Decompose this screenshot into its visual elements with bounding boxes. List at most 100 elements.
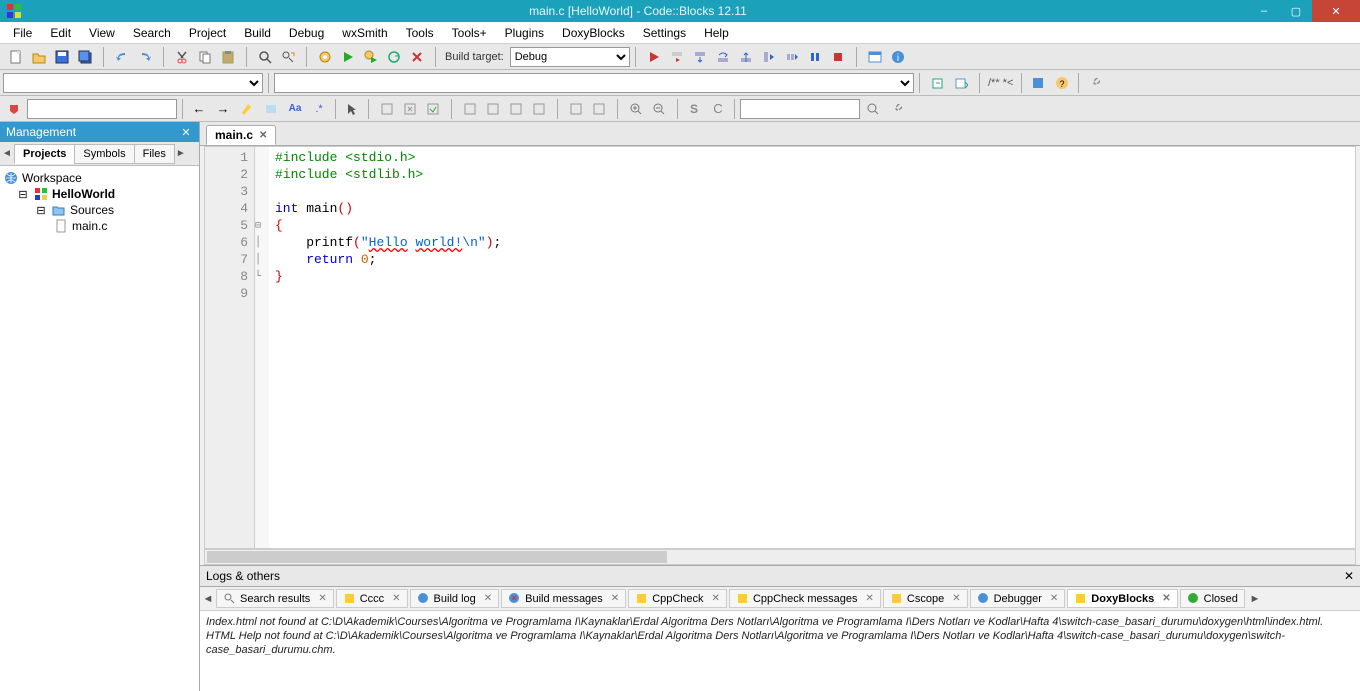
tab-files[interactable]: Files <box>134 144 175 164</box>
close-icon[interactable]: ✕ <box>866 593 874 604</box>
tab-nav-right-icon[interactable]: ► <box>174 148 188 159</box>
menu-debug[interactable]: Debug <box>280 24 333 42</box>
goto-impl-icon[interactable] <box>927 72 949 94</box>
project-tree[interactable]: Workspace ⊟ HelloWorld ⊟ Sources main.c <box>0 166 199 691</box>
step-out-icon[interactable] <box>735 46 757 68</box>
close-icon[interactable]: ✕ <box>712 593 720 604</box>
abort-icon[interactable] <box>406 46 428 68</box>
selection-icon[interactable] <box>260 98 282 120</box>
info-icon[interactable]: i <box>887 46 909 68</box>
fold-icon[interactable] <box>565 98 587 120</box>
settings-icon[interactable] <box>886 98 908 120</box>
step-over-icon[interactable] <box>712 46 734 68</box>
logtab-cppcheck[interactable]: CppCheck✕ <box>628 589 727 608</box>
tab-projects[interactable]: Projects <box>14 144 75 164</box>
close-icon[interactable]: ✕ <box>484 593 492 604</box>
save-all-icon[interactable] <box>74 46 96 68</box>
stop-debugger-icon[interactable] <box>827 46 849 68</box>
indent-less-icon[interactable] <box>459 98 481 120</box>
match-case-icon[interactable]: Aa <box>284 98 306 120</box>
tab-nav-left-icon[interactable]: ◄ <box>0 148 14 159</box>
tree-project[interactable]: ⊟ HelloWorld <box>2 186 197 202</box>
menu-settings[interactable]: Settings <box>634 24 695 42</box>
replace-icon[interactable] <box>277 46 299 68</box>
run-to-cursor-icon[interactable] <box>666 46 688 68</box>
editor-hscrollbar[interactable] <box>204 549 1356 565</box>
menu-build[interactable]: Build <box>235 24 280 42</box>
menu-help[interactable]: Help <box>695 24 738 42</box>
editor-tab-mainc[interactable]: main.c ✕ <box>206 125 276 145</box>
expand-icon[interactable]: ⊟ <box>16 187 30 201</box>
fold-gutter[interactable]: ⊟││└ <box>255 147 269 548</box>
minimize-button[interactable]: – <box>1248 0 1280 22</box>
menu-edit[interactable]: Edit <box>41 24 80 42</box>
debug-windows-icon[interactable] <box>864 46 886 68</box>
logtab-cccc[interactable]: Cccc✕ <box>336 589 408 608</box>
menu-wxsmith[interactable]: wxSmith <box>333 24 396 42</box>
logtab-nav-right-icon[interactable]: ► <box>1247 593 1263 605</box>
close-icon[interactable]: ✕ <box>611 593 619 604</box>
next-instruction-icon[interactable] <box>758 46 780 68</box>
logtab-cscope[interactable]: Cscope✕ <box>883 589 968 608</box>
step-into-icon[interactable] <box>689 46 711 68</box>
menu-plugins[interactable]: Plugins <box>496 24 553 42</box>
code-text[interactable]: #include <stdio.h> #include <stdlib.h> i… <box>269 147 1355 548</box>
logtab-search-results[interactable]: Search results✕ <box>216 589 334 608</box>
doxy-run-icon[interactable] <box>1027 72 1049 94</box>
bookmark-next-icon[interactable] <box>422 98 444 120</box>
logtab-build-messages[interactable]: Build messages✕ <box>501 589 626 608</box>
build-run-icon[interactable] <box>360 46 382 68</box>
find-icon[interactable] <box>254 46 276 68</box>
highlight-icon[interactable] <box>236 98 258 120</box>
indent-more-icon[interactable] <box>482 98 504 120</box>
tree-workspace[interactable]: Workspace <box>2 170 197 186</box>
zoom-in-icon[interactable] <box>625 98 647 120</box>
redo-icon[interactable] <box>134 46 156 68</box>
doxy-help-icon[interactable]: ? <box>1051 72 1073 94</box>
management-close-icon[interactable]: ✕ <box>179 125 193 139</box>
tree-file-mainc[interactable]: main.c <box>2 218 197 234</box>
logtab-nav-left-icon[interactable]: ◄ <box>200 593 216 605</box>
save-icon[interactable] <box>51 46 73 68</box>
step-instruction-icon[interactable] <box>781 46 803 68</box>
pointer-icon[interactable] <box>341 98 363 120</box>
maximize-button[interactable]: ▢ <box>1280 0 1312 22</box>
back-icon[interactable]: ← <box>188 98 210 120</box>
close-icon[interactable]: ✕ <box>1050 593 1058 604</box>
paste-icon[interactable] <box>217 46 239 68</box>
copy-icon[interactable] <box>194 46 216 68</box>
bookmark-prev-icon[interactable] <box>399 98 421 120</box>
new-file-icon[interactable] <box>5 46 27 68</box>
tab-close-icon[interactable]: ✕ <box>259 130 267 141</box>
logs-close-icon[interactable]: ✕ <box>1344 569 1354 583</box>
close-icon[interactable]: ✕ <box>392 593 400 604</box>
bookmark-toggle-icon[interactable] <box>376 98 398 120</box>
menu-search[interactable]: Search <box>124 24 180 42</box>
symbol-select[interactable] <box>274 73 914 93</box>
cut-icon[interactable] <box>171 46 193 68</box>
undo-icon[interactable] <box>111 46 133 68</box>
logtab-doxyblocks[interactable]: DoxyBlocks✕ <box>1067 589 1177 608</box>
marker-icon[interactable] <box>3 98 25 120</box>
tree-sources-folder[interactable]: ⊟ Sources <box>2 202 197 218</box>
close-icon[interactable]: ✕ <box>318 593 326 604</box>
break-debugger-icon[interactable] <box>804 46 826 68</box>
close-icon[interactable]: ✕ <box>1162 593 1170 604</box>
menu-project[interactable]: Project <box>180 24 235 42</box>
logtab-cppcheck-messages[interactable]: CppCheck messages✕ <box>729 589 881 608</box>
search-input[interactable] <box>740 99 860 119</box>
search-go-icon[interactable] <box>862 98 884 120</box>
forward-icon[interactable]: → <box>212 98 234 120</box>
logtab-debugger[interactable]: Debugger✕ <box>970 589 1066 608</box>
log-output[interactable]: Index.html not found at C:\D\Akademik\Co… <box>200 611 1360 691</box>
code-editor[interactable]: 1 2 3 4 5 6 7 8 9 ⊟││└ #include <stdio.h… <box>204 146 1356 549</box>
menu-view[interactable]: View <box>80 24 124 42</box>
logtab-build-log[interactable]: Build log✕ <box>410 589 500 608</box>
build-target-select[interactable]: Debug <box>510 47 630 67</box>
regex-icon[interactable]: .* <box>308 98 330 120</box>
close-button[interactable]: ✕ <box>1312 0 1360 22</box>
menu-file[interactable]: File <box>4 24 41 42</box>
open-file-icon[interactable] <box>28 46 50 68</box>
tab-symbols[interactable]: Symbols <box>74 144 134 164</box>
block2-icon[interactable] <box>528 98 550 120</box>
